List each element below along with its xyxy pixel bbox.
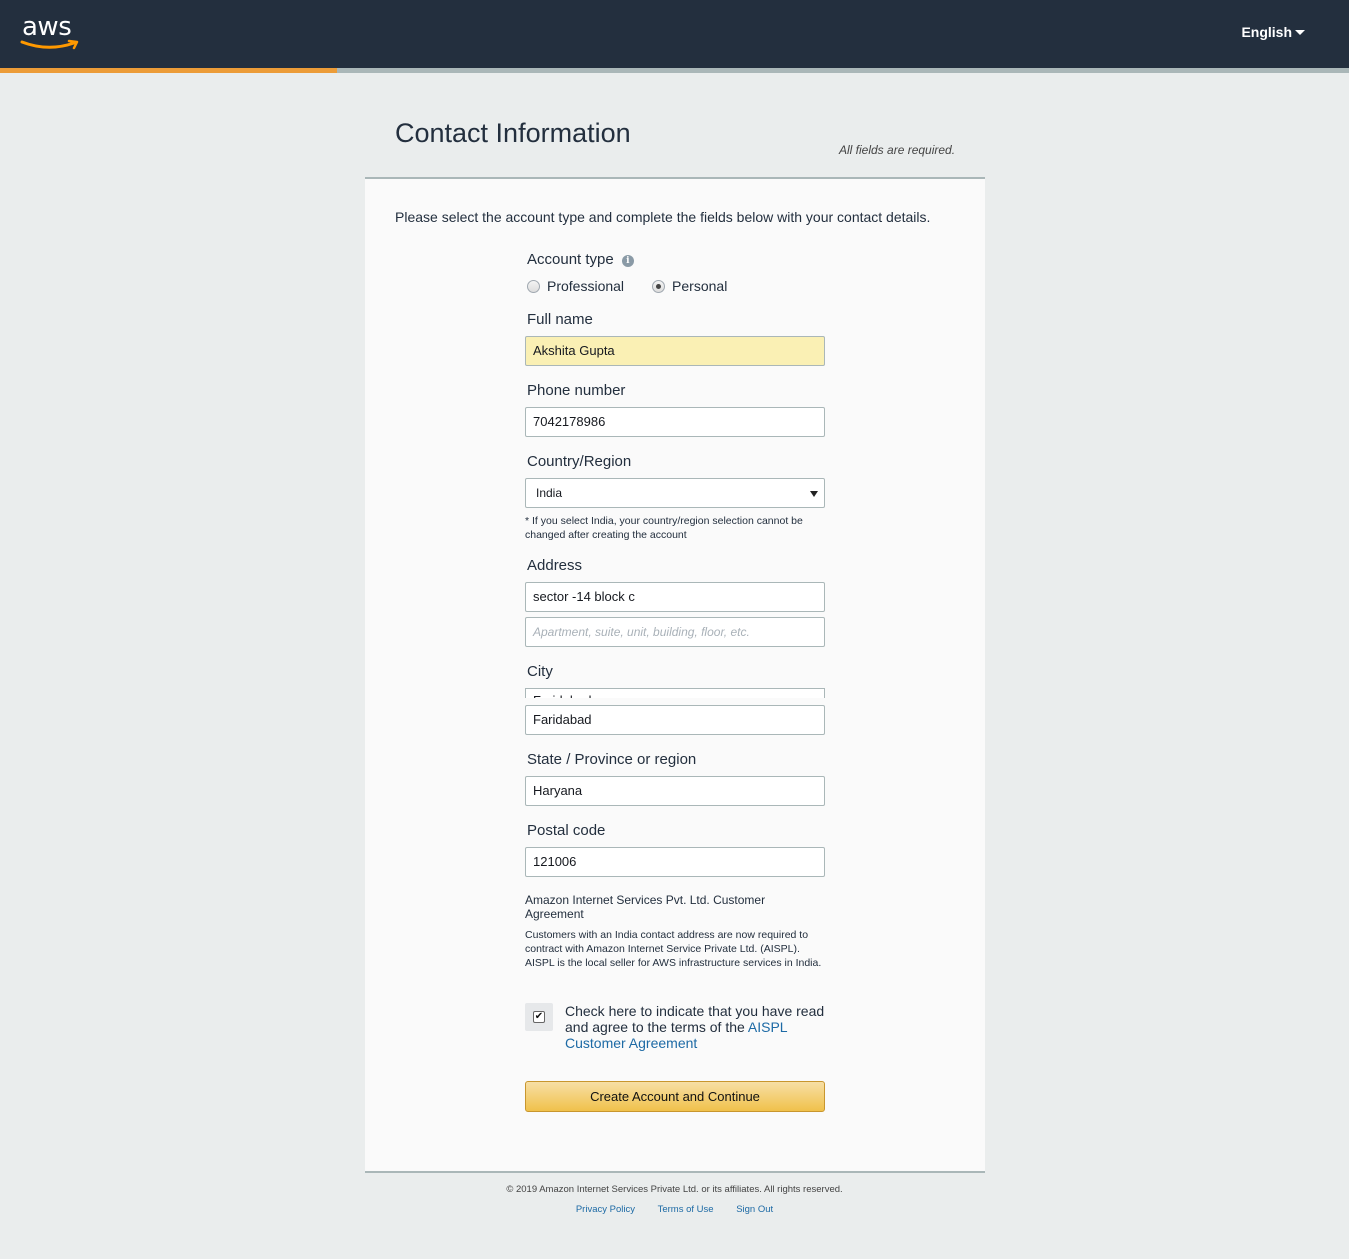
signup-progress-bar	[0, 68, 1349, 73]
radio-personal-label: Personal	[672, 278, 728, 294]
radio-personal[interactable]: Personal	[652, 278, 727, 294]
country-region-note: * If you select India, your country/regi…	[525, 515, 803, 541]
language-label: English	[1241, 24, 1292, 40]
account-type-label: Account type i	[527, 251, 634, 268]
state-label: State / Province or region	[527, 751, 697, 768]
agreement-checkbox[interactable]: ✔	[533, 1011, 545, 1023]
radio-professional-button[interactable]	[527, 279, 540, 293]
city-label: City	[527, 663, 553, 680]
aws-smile-icon	[20, 39, 79, 50]
page-title: Contact Information	[395, 118, 631, 148]
city-input[interactable]: Faridabad	[525, 705, 825, 735]
radio-professional-label: Professional	[547, 278, 625, 294]
full-name-label: Full name	[527, 311, 593, 328]
agreement-title: Amazon Internet Services Pvt. Ltd. Custo…	[525, 893, 766, 921]
address-label: Address	[527, 557, 583, 574]
agreement-checkbox-wrapper[interactable]: ✔	[525, 1003, 553, 1031]
postal-code-label: Postal code	[527, 822, 606, 839]
required-fields-note: All fields are required.	[839, 143, 956, 157]
address-line2-input[interactable]: Apartment, suite, unit, building, floor,…	[525, 617, 825, 647]
state-input[interactable]: Haryana	[525, 776, 825, 806]
dropdown-arrow-icon	[810, 491, 818, 497]
footer-copyright: © 2019 Amazon Internet Services Private …	[506, 1184, 843, 1195]
caret-down-icon	[1295, 30, 1305, 35]
sign-out-link[interactable]: Sign Out	[736, 1204, 773, 1215]
country-region-value: India	[536, 486, 563, 500]
signup-progress-fill	[0, 68, 338, 73]
footer-links: Privacy Policy Terms of Use Sign Out	[0, 1204, 1349, 1215]
create-account-button[interactable]: Create Account and Continue	[525, 1081, 825, 1112]
language-selector[interactable]: English	[1241, 24, 1305, 40]
agreement-description: Customers with an India contact address …	[525, 929, 822, 969]
terms-of-use-link[interactable]: Terms of Use	[658, 1204, 714, 1215]
country-region-label: Country/Region	[527, 453, 632, 470]
account-type-radio-group: Professional Personal	[527, 278, 727, 294]
country-region-select[interactable]: India	[525, 478, 825, 508]
account-type-label-text: Account type	[527, 251, 614, 268]
full-name-input[interactable]: Akshita Gupta	[525, 336, 825, 366]
phone-number-input[interactable]: 7042178986	[525, 407, 825, 437]
aws-logo[interactable]: aws	[20, 12, 82, 56]
city-input-overlap: Faridabad	[525, 688, 825, 698]
postal-code-input[interactable]: 121006	[525, 847, 825, 877]
address-line1-input[interactable]: sector -14 block c	[525, 582, 825, 612]
info-icon[interactable]: i	[621, 255, 634, 267]
intro-text: Please select the account type and compl…	[395, 209, 931, 225]
radio-professional[interactable]: Professional	[527, 278, 624, 294]
top-navigation-bar: aws English	[0, 0, 1349, 68]
radio-personal-button[interactable]	[652, 279, 666, 293]
phone-number-label: Phone number	[527, 382, 626, 399]
agreement-checkbox-label: Check here to indicate that you have rea…	[565, 1003, 830, 1051]
privacy-policy-link[interactable]: Privacy Policy	[576, 1204, 635, 1215]
